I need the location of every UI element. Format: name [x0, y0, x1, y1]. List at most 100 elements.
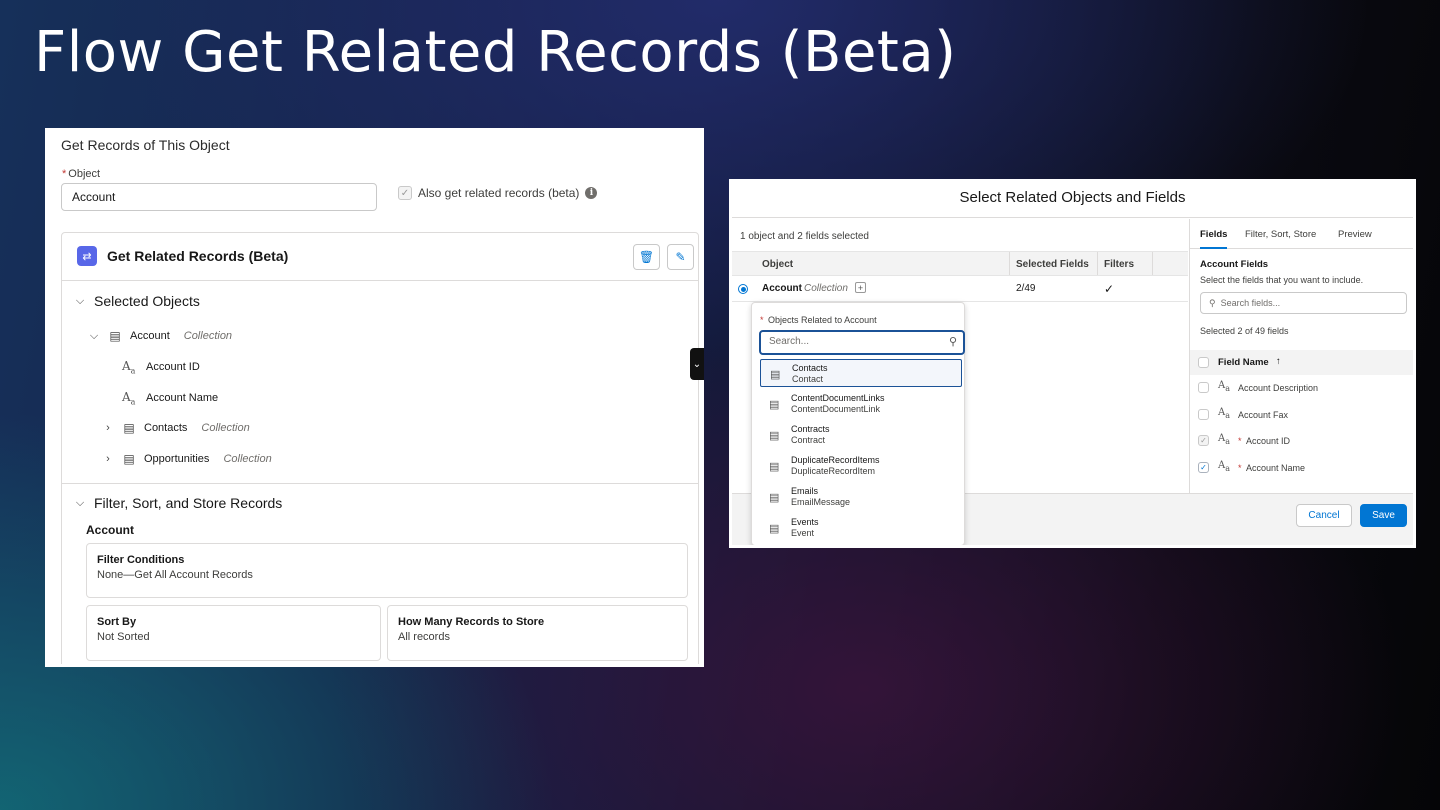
related-records-checkbox[interactable]: ✓ — [398, 186, 412, 200]
tab-preview[interactable]: Preview — [1338, 229, 1372, 240]
fields-search-placeholder: Search fields... — [1220, 298, 1281, 308]
tree-item-account-name: Aa Account Name — [122, 390, 218, 406]
field-row-account-name[interactable]: ✓ Aa * Account Name — [1190, 456, 1413, 482]
select-all-checkbox[interactable] — [1198, 357, 1209, 368]
related-records-card: ⇄ Get Related Records (Beta) 🗑 ✎ ⌵ Selec… — [61, 232, 699, 664]
object-label: * Object — [62, 168, 101, 180]
selection-count: 1 object and 2 fields selected — [740, 231, 869, 242]
related-objects-label: * Objects Related to Account — [760, 315, 877, 325]
selected-objects-label: Selected Objects — [94, 293, 200, 309]
chevron-right-icon[interactable]: › — [102, 453, 114, 465]
filter-sort-store-label: Filter, Sort, and Store Records — [94, 495, 283, 511]
chevron-down-icon: ⌵ — [75, 294, 85, 307]
fields-heading: Account Fields — [1200, 259, 1269, 270]
column-divider — [1097, 252, 1098, 275]
filter-sort-store-toggle[interactable]: ⌵ Filter, Sort, and Store Records — [74, 495, 282, 511]
option-api-name: EmailMessage — [791, 497, 851, 507]
side-panel-tab[interactable]: ⌄ — [690, 348, 704, 380]
tab-filter-sort-store[interactable]: Filter, Sort, Store — [1245, 229, 1316, 240]
objects-table-header: Object Selected Fields Filters — [732, 251, 1188, 276]
modal-title: Select Related Objects and Fields — [732, 182, 1413, 218]
text-field-icon: Aa — [1218, 460, 1231, 473]
dropdown-option-contentdocumentlinks[interactable]: ▤ ContentDocumentLinks ContentDocumentLi… — [760, 390, 962, 418]
filter-conditions-box[interactable]: Filter Conditions None—Get All Account R… — [86, 543, 688, 598]
delete-button[interactable]: 🗑 — [633, 244, 660, 270]
field-name-label: Field Name — [1218, 357, 1269, 368]
tree-item-label: Account ID — [146, 361, 200, 374]
chevron-right-icon[interactable]: › — [102, 422, 114, 434]
tree-item-type: Collection — [201, 422, 250, 434]
field-name-header[interactable]: Field Name ↑ — [1190, 350, 1413, 375]
tree-item-opportunities[interactable]: › ▤ Opportunities Collection — [102, 452, 272, 466]
tab-fields[interactable]: Fields — [1200, 229, 1228, 249]
tree-item-contacts[interactable]: › ▤ Contacts Collection — [102, 421, 250, 435]
option-api-name: Event — [791, 528, 815, 538]
save-button[interactable]: Save — [1360, 504, 1407, 527]
row-radio[interactable] — [738, 284, 748, 294]
tree-item-type: Collection — [183, 330, 233, 342]
tree-item-account[interactable]: ⌵ ▤ Account Collection — [88, 329, 232, 343]
dropdown-option-events[interactable]: ▤ Events Event — [760, 514, 962, 542]
how-many-records-box[interactable]: How Many Records to Store All records — [387, 605, 688, 661]
how-many-records-value: All records — [398, 631, 450, 643]
panel-header: Get Records of This Object — [61, 137, 230, 153]
filter-conditions-title: Filter Conditions — [97, 554, 185, 566]
card-header: ⇄ Get Related Records (Beta) 🗑 ✎ — [62, 233, 698, 281]
text-field-icon: Aa — [1218, 407, 1231, 420]
sort-by-box[interactable]: Sort By Not Sorted — [86, 605, 381, 661]
row-object: Account — [762, 283, 802, 294]
chevron-down-icon[interactable]: ⌵ — [88, 330, 100, 343]
related-records-icon: ⇄ — [77, 246, 97, 266]
slide-title: Flow Get Related Records (Beta) — [34, 20, 957, 85]
row-selected-fields: 2/49 — [1016, 283, 1036, 294]
card-title: Get Related Records (Beta) — [107, 248, 289, 264]
dropdown-option-contacts[interactable]: ▤ Contacts Contact — [760, 359, 962, 387]
clipboard-icon: ▤ — [123, 421, 135, 435]
option-name: ContentDocumentLinks — [791, 393, 885, 403]
field-row-account-fax[interactable]: Aa Account Fax — [1190, 403, 1413, 429]
related-records-option[interactable]: ✓ Also get related records (beta) i — [398, 186, 598, 200]
account-subheading: Account — [86, 523, 134, 537]
cancel-button[interactable]: Cancel — [1296, 504, 1352, 527]
dropdown-option-duplicaterecorditems[interactable]: ▤ DuplicateRecordItems DuplicateRecordIt… — [760, 452, 962, 480]
fields-tabs: Fields Filter, Sort, Store Preview — [1190, 219, 1413, 249]
clipboard-icon: ▤ — [769, 430, 780, 442]
related-objects-dropdown: * Objects Related to Account Search... ⚲… — [751, 302, 965, 545]
field-label: Account Fax — [1238, 410, 1289, 420]
option-name: DuplicateRecordItems — [791, 455, 880, 465]
field-checkbox[interactable] — [1198, 382, 1209, 393]
field-label: * Account Name — [1238, 463, 1306, 473]
field-checkbox[interactable]: ✓ — [1198, 462, 1209, 473]
field-row-account-description[interactable]: Aa Account Description — [1190, 376, 1413, 402]
field-row-account-id[interactable]: ✓ Aa * Account ID — [1190, 429, 1413, 455]
selected-objects-toggle[interactable]: ⌵ Selected Objects — [74, 293, 200, 309]
search-icon: ⚲ — [1209, 298, 1216, 308]
related-records-label: Also get related records (beta) — [418, 186, 580, 200]
field-checkbox[interactable]: ✓ — [1198, 435, 1209, 446]
text-field-icon: Aa — [122, 390, 136, 407]
field-label: Account Description — [1238, 383, 1319, 393]
related-objects-search-input[interactable]: Search... ⚲ — [759, 330, 965, 355]
check-icon: ✓ — [1104, 282, 1115, 296]
info-icon[interactable]: i — [585, 187, 598, 199]
fields-search-input[interactable]: ⚲ Search fields... — [1200, 292, 1407, 314]
clipboard-icon: ▤ — [769, 492, 780, 504]
object-input[interactable]: Account — [61, 183, 377, 211]
chevron-down-icon: ⌄ — [692, 358, 702, 370]
trash-icon: 🗑 — [638, 250, 655, 264]
text-field-icon: Aa — [122, 359, 136, 376]
dropdown-option-emails[interactable]: ▤ Emails EmailMessage — [760, 483, 962, 511]
column-divider — [1009, 252, 1010, 275]
sort-arrow-icon[interactable]: ↑ — [1276, 356, 1281, 367]
option-api-name: Contact — [792, 374, 824, 384]
row-object-type: Collection — [804, 283, 848, 294]
dropdown-option-contracts[interactable]: ▤ Contracts Contract — [760, 421, 962, 449]
add-related-button[interactable]: + — [855, 282, 866, 293]
table-row[interactable]: Account Collection + 2/49 ✓ — [732, 276, 1188, 302]
tree-item-label: Account — [130, 330, 170, 342]
field-checkbox[interactable] — [1198, 409, 1209, 420]
clipboard-icon: ▤ — [770, 369, 781, 381]
clipboard-icon: ▤ — [769, 523, 780, 535]
text-field-icon: Aa — [1218, 433, 1231, 446]
edit-button[interactable]: ✎ — [667, 244, 694, 270]
